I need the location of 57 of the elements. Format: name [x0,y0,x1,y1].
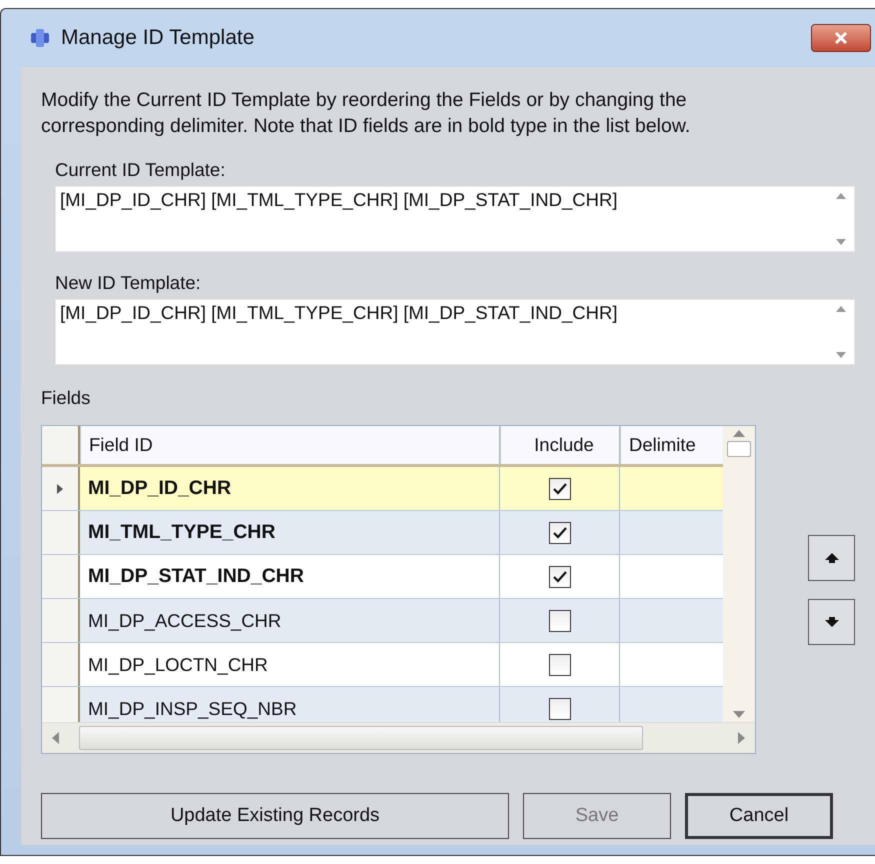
scroll-left-icon[interactable] [52,732,59,744]
scroll-down-icon[interactable] [836,352,846,358]
checkbox[interactable] [548,654,570,676]
checkbox[interactable] [548,610,570,632]
cubes-icon [29,27,51,49]
move-up-button[interactable] [808,534,855,580]
fields-label: Fields [41,387,92,409]
table-row[interactable]: MI_DP_INSP_SEQ_NBR [42,687,723,722]
checkmark-icon [552,482,566,494]
window-title: Manage ID Template [61,26,254,50]
close-button[interactable] [811,24,871,52]
table-cell: MI_DP_STAT_IND_CHR [80,555,500,598]
table-row[interactable]: MI_DP_STAT_IND_CHR [42,555,723,599]
checkbox[interactable] [548,566,570,588]
scroll-up-icon[interactable] [733,430,745,437]
row-header[interactable] [42,511,80,554]
scroll-up-icon[interactable] [836,193,846,199]
row-header[interactable] [42,555,80,598]
arrow-up-icon [824,552,838,562]
checkmark-icon [552,570,566,582]
table-row[interactable]: MI_DP_ACCESS_CHR [42,599,723,643]
instructions-text: Modify the Current ID Template by reordering the Fields or by changing the corresponding delimiter. Note that ID fields are in bold type in the list below. [41,88,692,139]
dialog-button[interactable]: Cancel [685,793,833,839]
dialog-button[interactable]: Update Existing Records [41,793,509,839]
scroll-down-icon[interactable] [733,711,745,718]
table-cell: MI_DP_ID_CHR [80,467,500,510]
checkbox[interactable] [548,522,570,544]
move-down-button[interactable] [808,598,855,644]
checkbox[interactable] [548,478,570,500]
table-cell: MI_DP_ACCESS_CHR [80,599,500,642]
horizontal-scrollbar[interactable] [42,722,755,753]
column-header[interactable]: Include [500,426,620,464]
table-row[interactable]: MI_DP_LOCTN_CHR [42,643,723,687]
template-field[interactable]: [MI_DP_ID_CHR] [MI_TML_TYPE_CHR] [MI_DP_STAT_IND_CHR] [55,186,855,252]
scroll-up-icon[interactable] [836,306,846,312]
row-header[interactable] [42,643,80,686]
table-row[interactable]: MI_DP_ID_CHR [42,467,723,511]
row-header[interactable] [42,687,80,722]
template-field[interactable]: [MI_DP_ID_CHR] [MI_TML_TYPE_CHR] [MI_DP_STAT_IND_CHR] [55,299,855,365]
table-cell: MI_DP_LOCTN_CHR [80,643,500,686]
template-label: New ID Template: [55,272,202,294]
arrow-down-icon [824,616,838,626]
vertical-scrollbar[interactable] [723,426,755,722]
template-label: Current ID Template: [55,159,226,181]
column-header[interactable]: Field ID [80,426,500,464]
checkbox[interactable] [548,698,570,720]
table-row[interactable]: MI_TML_TYPE_CHR [42,511,723,555]
scroll-down-icon[interactable] [836,239,846,245]
scroll-right-icon[interactable] [738,732,745,744]
row-header[interactable] [42,467,80,510]
close-icon [834,32,848,44]
row-pointer-icon [57,484,63,494]
scrollbar-thumb[interactable] [79,726,643,750]
scrollbar-thumb[interactable] [727,441,751,457]
checkmark-icon [552,526,566,538]
table-cell: MI_TML_TYPE_CHR [80,511,500,554]
row-header[interactable] [42,599,80,642]
